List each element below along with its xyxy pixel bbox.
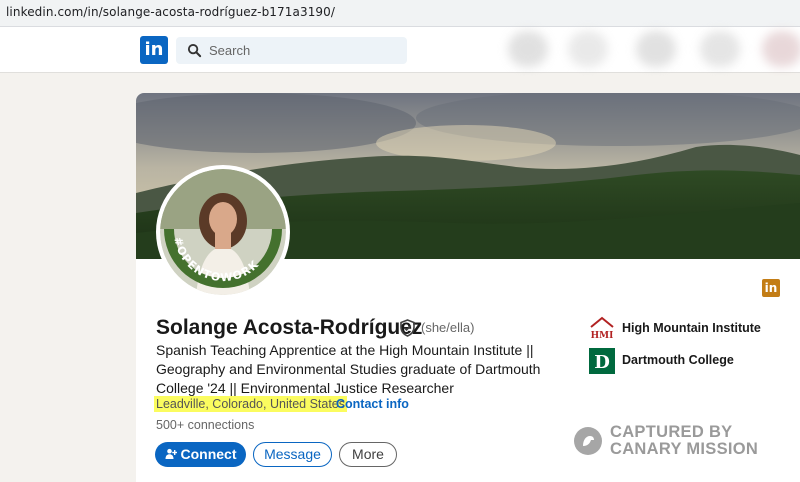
nav-item-blurred[interactable]	[568, 31, 608, 67]
separator-dot: ·	[328, 397, 332, 411]
canary-mission-watermark: CAPTURED BY CANARY MISSION	[574, 424, 774, 464]
dartmouth-logo-icon: D	[589, 348, 615, 374]
avatar: #OPENTOWORK	[160, 169, 286, 295]
hmi-logo-icon: HMI	[590, 316, 614, 341]
contact-info-link[interactable]: Contact info	[336, 397, 409, 411]
svg-text:D: D	[594, 352, 610, 373]
connections-count[interactable]: 500+ connections	[156, 418, 254, 432]
svg-text:HMI: HMI	[591, 331, 614, 341]
education-name: Dartmouth College	[622, 353, 734, 367]
message-button[interactable]: Message	[253, 442, 332, 467]
browser-url-bar[interactable]: linkedin.com/in/solange-acosta-rodríguez…	[0, 0, 800, 27]
verified-shield-icon[interactable]	[399, 319, 416, 337]
watermark-text: CAPTURED BY CANARY MISSION	[610, 424, 758, 458]
nav-item-blurred[interactable]	[762, 31, 800, 67]
search-input[interactable]: Search	[176, 37, 407, 64]
nav-item-blurred[interactable]	[700, 31, 740, 67]
linkedin-premium-icon: in	[762, 279, 780, 297]
nav-item-blurred[interactable]	[508, 31, 548, 67]
url-text[interactable]: linkedin.com/in/solange-acosta-rodríguez…	[6, 5, 335, 19]
watermark-line1: CAPTURED BY	[610, 423, 733, 441]
profile-photo[interactable]: #OPENTOWORK	[156, 165, 290, 299]
nav-item-blurred[interactable]	[636, 31, 676, 67]
canary-logo-icon	[574, 427, 602, 455]
search-icon	[187, 43, 202, 58]
more-button[interactable]: More	[339, 442, 397, 467]
connect-label: Connect	[180, 446, 237, 462]
top-navigation: in Search	[0, 27, 800, 73]
search-placeholder: Search	[209, 43, 251, 58]
profile-name: Solange Acosta-Rodríguez	[156, 316, 423, 339]
linkedin-logo-icon[interactable]: in	[140, 36, 168, 64]
watermark-line2: CANARY MISSION	[610, 440, 759, 458]
connect-button[interactable]: Connect	[155, 442, 246, 467]
profile-location: Leadville, Colorado, United States	[154, 396, 348, 412]
experience-name: High Mountain Institute	[622, 321, 761, 335]
pronouns: (she/ella)	[421, 320, 475, 335]
add-person-icon	[165, 448, 177, 459]
profile-headline: Spanish Teaching Apprentice at the High …	[156, 342, 541, 396]
